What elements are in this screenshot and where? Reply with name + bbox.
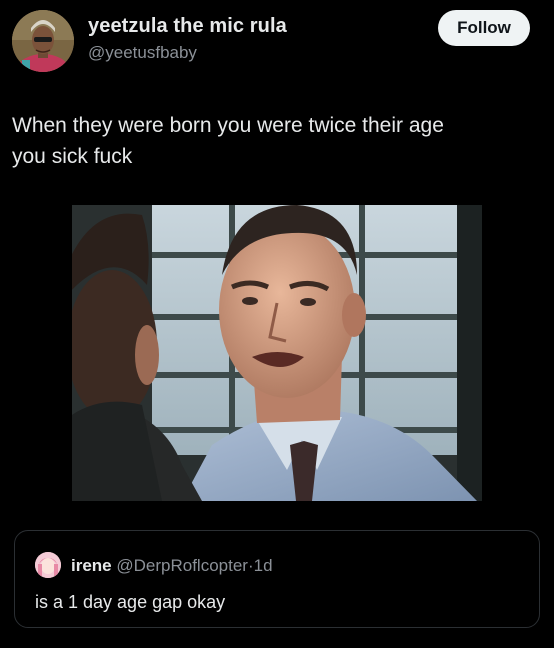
tweet-screenshot: yeetzula the mic rula @yeetusfbaby Follo… [0,0,554,648]
author-display-name[interactable]: yeetzula the mic rula [88,15,287,38]
quote-timestamp[interactable]: 1d [254,556,273,575]
quote-header: irene @DerpRoflcopter·1d [71,556,273,576]
author-avatar[interactable] [12,10,74,72]
quoted-tweet-card[interactable]: irene @DerpRoflcopter·1d is a 1 day age … [14,530,540,628]
quote-author-handle[interactable]: @DerpRoflcopter [116,556,248,575]
tweet-text: When they were born you were twice their… [12,114,444,168]
follow-button[interactable]: Follow [438,10,530,46]
quote-text: is a 1 day age gap okay [35,592,226,612]
quote-author-name[interactable]: irene [71,556,112,575]
author-handle[interactable]: @yeetusfbaby [88,43,197,63]
tweet-media-image[interactable] [72,205,482,501]
quote-author-avatar[interactable] [35,552,61,578]
